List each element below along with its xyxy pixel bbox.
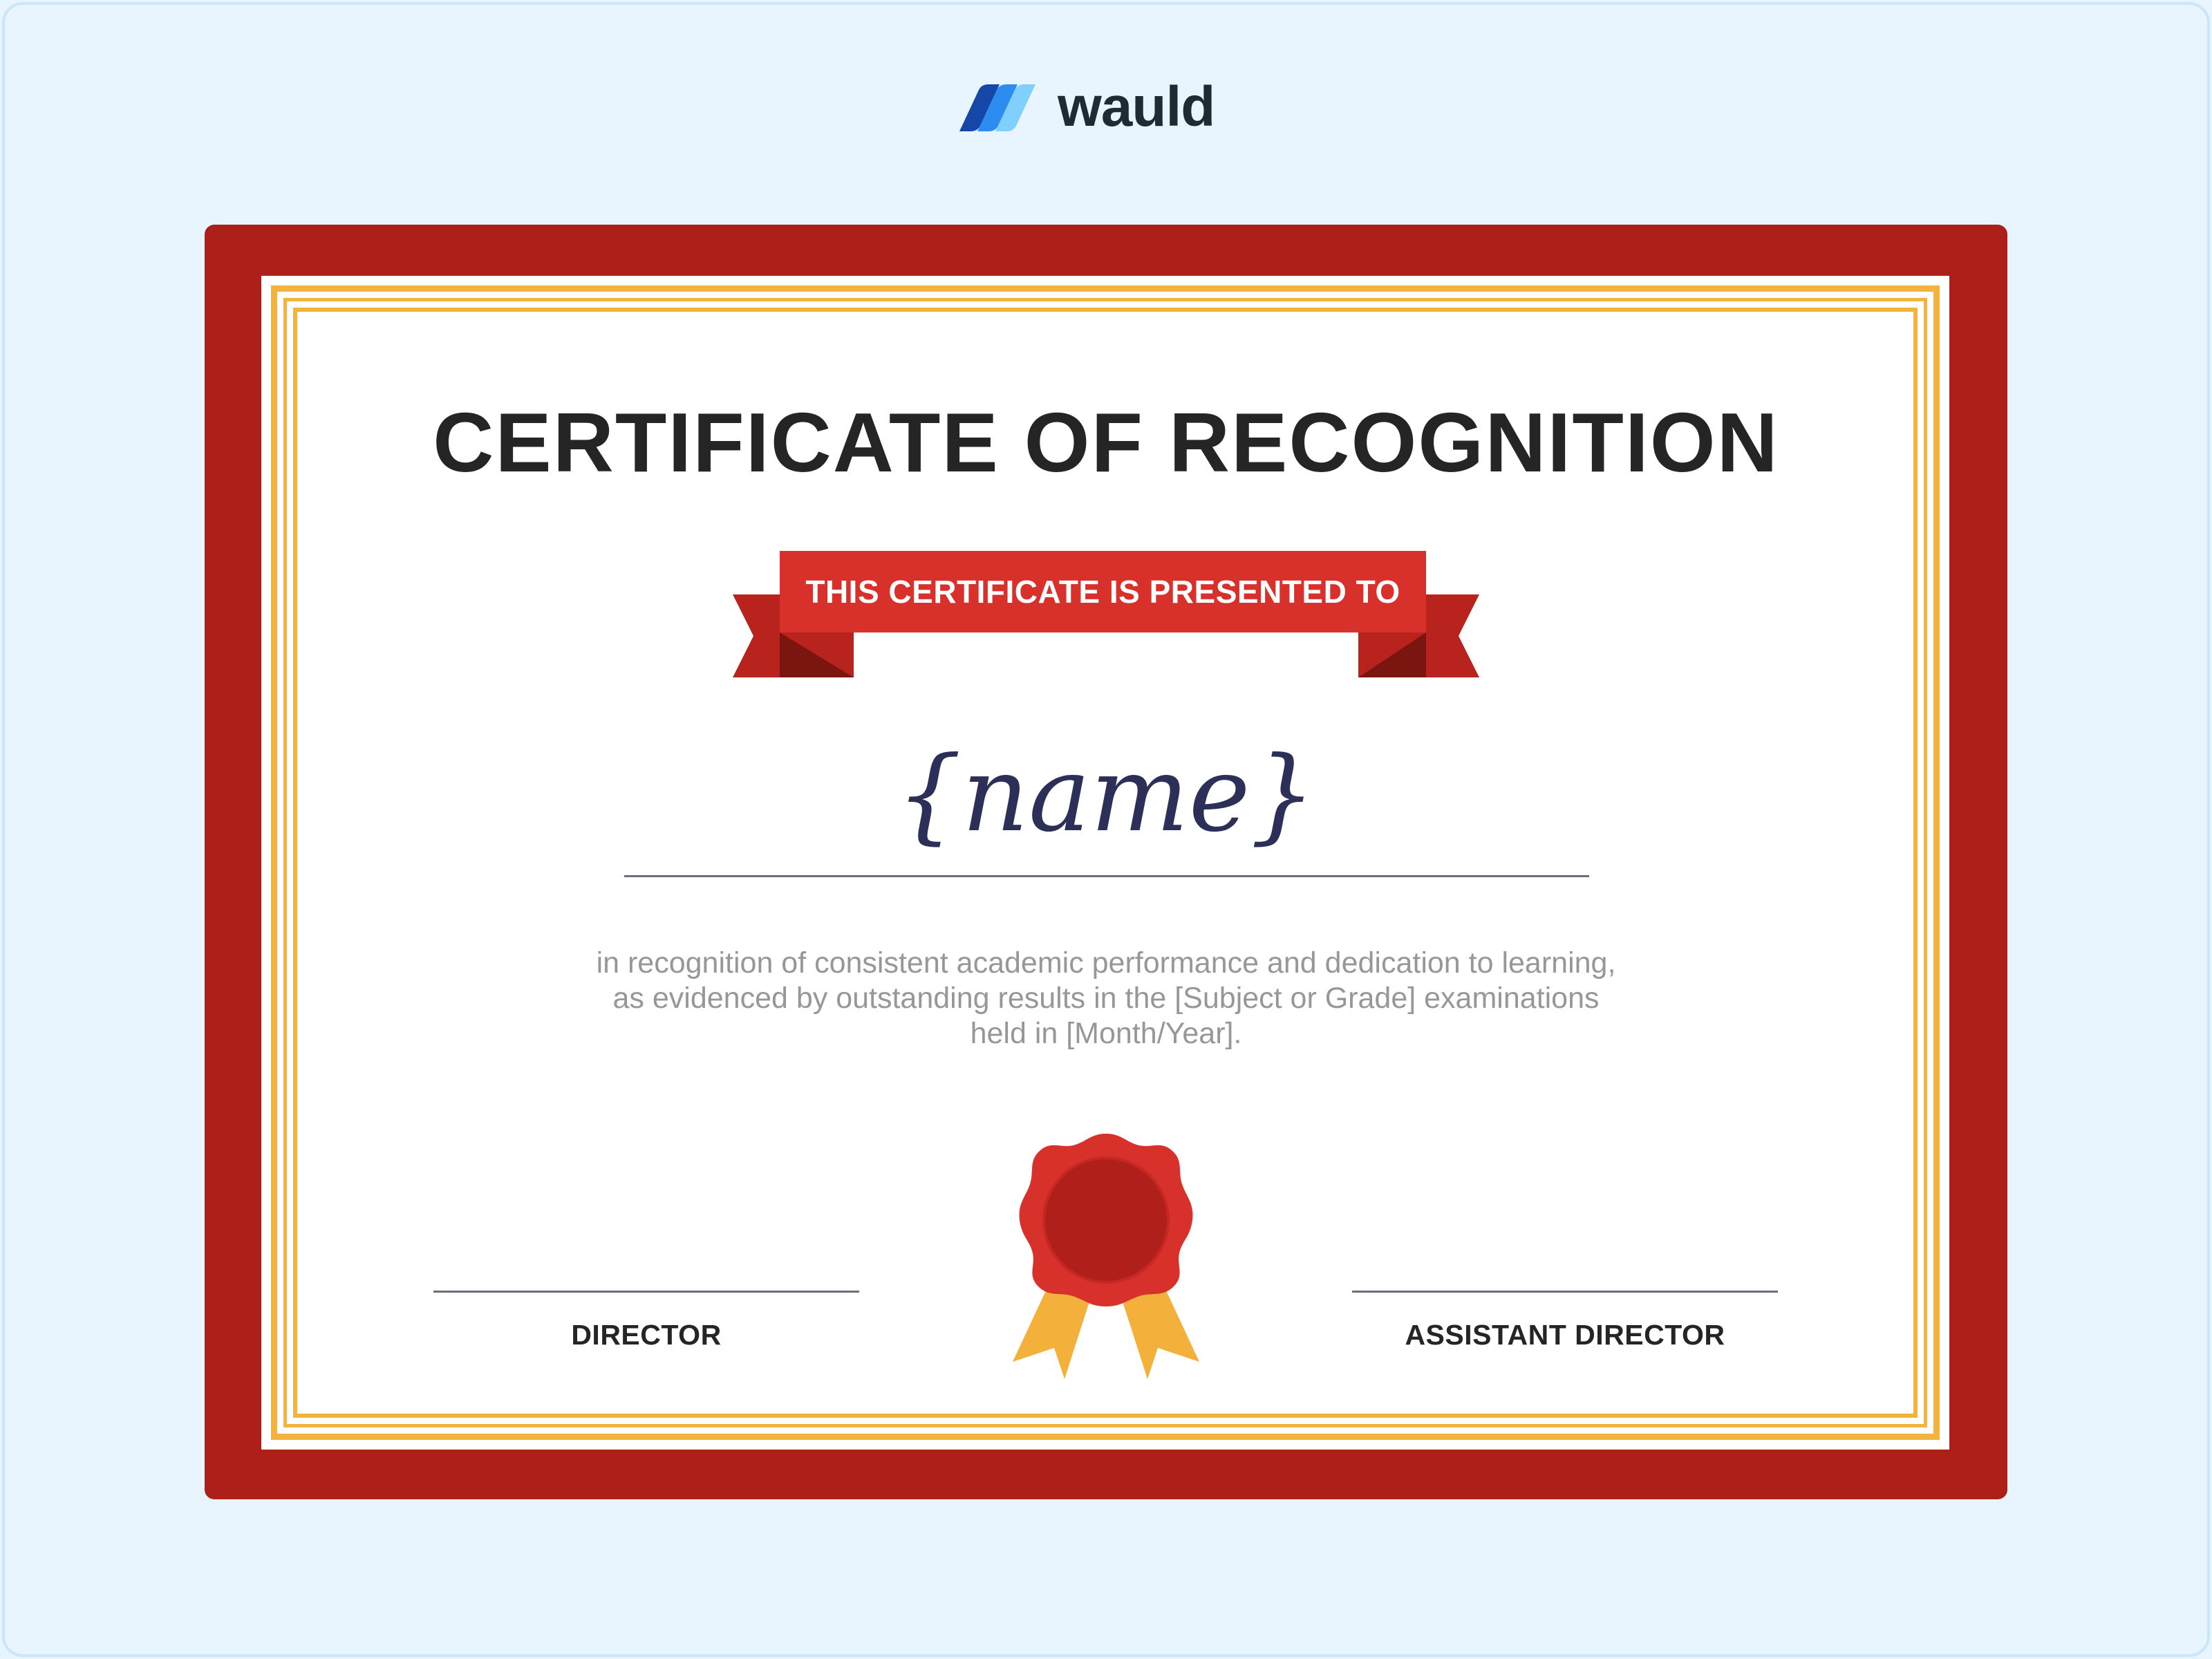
assistant-director-signature-line xyxy=(1352,1291,1778,1293)
certificate-title: CERTIFICATE OF RECOGNITION xyxy=(433,395,1779,489)
recognition-line: in recognition of consistent academic pe… xyxy=(596,946,1616,980)
assistant-director-label: ASSISTANT DIRECTOR xyxy=(1405,1319,1725,1351)
recognition-text: in recognition of consistent academic pe… xyxy=(415,946,1797,1051)
recognition-line: held in [Month/Year]. xyxy=(970,1017,1242,1050)
brand-name: wauld xyxy=(1058,75,1215,138)
recipient-name: {name} xyxy=(896,735,1316,855)
ribbon-text: THIS CERTIFICATE IS PRESENTED TO xyxy=(805,574,1400,610)
recognition-line: as evidenced by outstanding results in t… xyxy=(612,982,1600,1015)
name-underline xyxy=(624,875,1589,877)
director-label: DIRECTOR xyxy=(571,1319,722,1351)
ribbon-banner: THIS CERTIFICATE IS PRESENTED TO xyxy=(729,546,1483,684)
wauld-logo-icon xyxy=(954,76,1037,138)
award-seal-icon xyxy=(1006,1120,1206,1386)
director-signature-line xyxy=(433,1291,859,1293)
brand-logo: wauld xyxy=(954,76,1215,138)
